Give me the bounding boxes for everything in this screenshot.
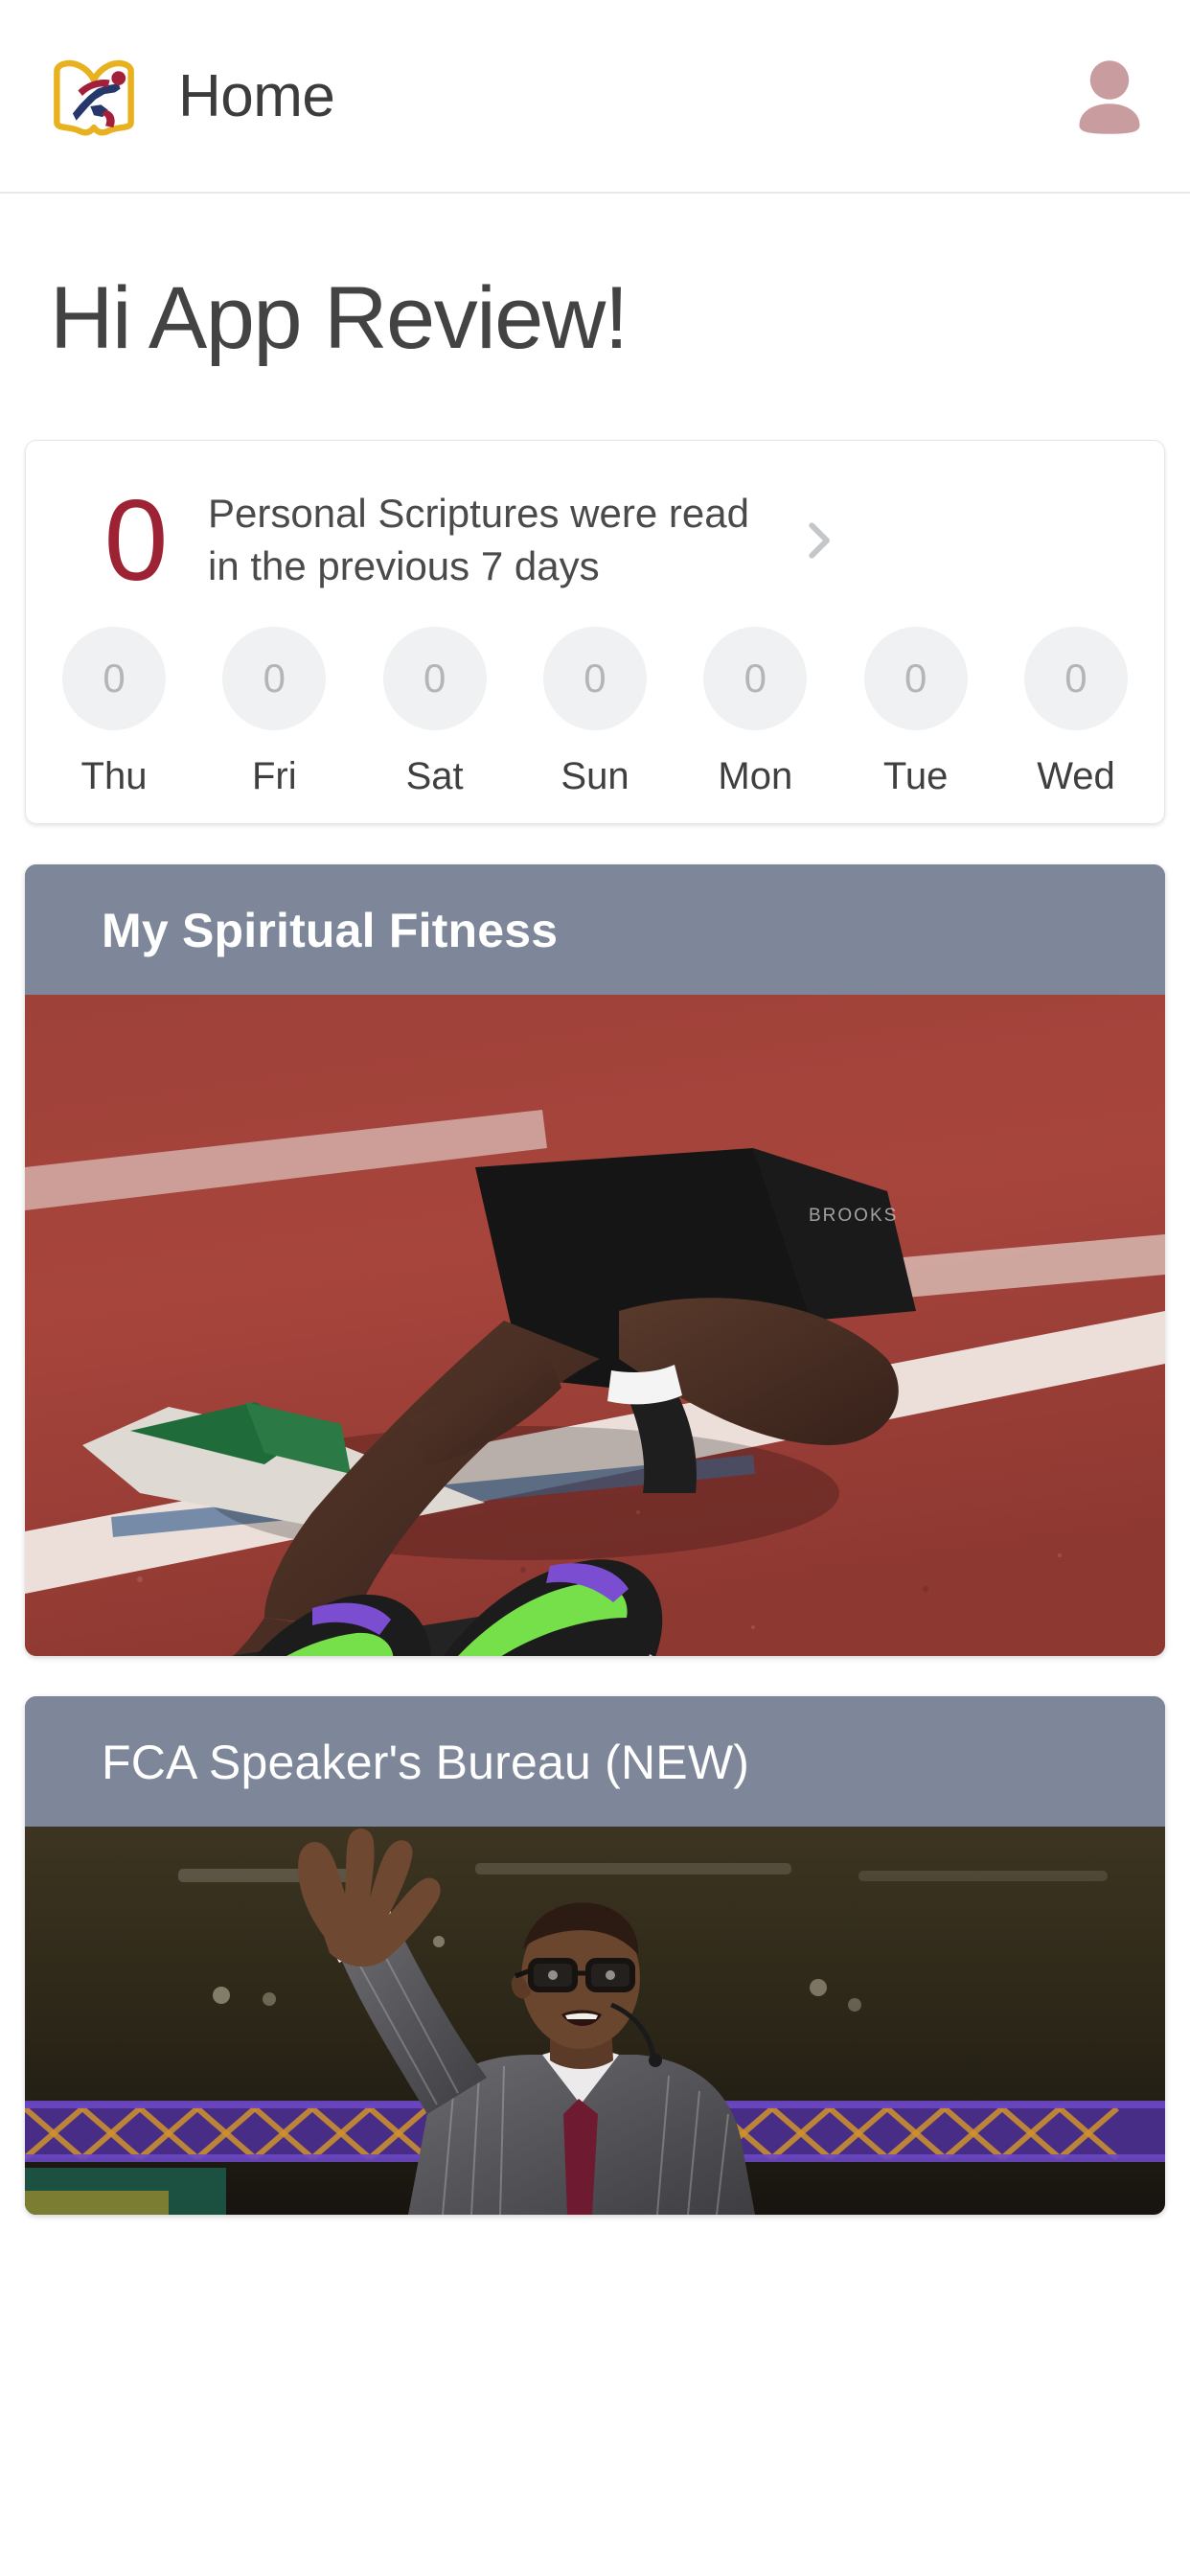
- day-label: Wed: [1037, 755, 1115, 797]
- day-label: Sun: [561, 755, 629, 797]
- day-cell[interactable]: 0 Mon: [692, 627, 818, 798]
- user-avatar-icon[interactable]: [1075, 58, 1144, 134]
- personal-scriptures-card[interactable]: 0 Personal Scriptures were read in the p…: [25, 440, 1165, 824]
- sprinter-track-image[interactable]: BROOKS: [25, 995, 1165, 1656]
- day-value: 0: [1023, 627, 1128, 730]
- scripture-count: 0: [103, 476, 169, 605]
- day-value: 0: [62, 627, 166, 730]
- day-label: Mon: [718, 755, 793, 797]
- day-cell[interactable]: 0 Sun: [532, 627, 658, 798]
- day-label: Tue: [882, 755, 949, 797]
- speaker-stage-image[interactable]: [25, 1827, 1165, 2215]
- day-value: 0: [703, 627, 808, 730]
- weekly-scripture-row: 0 Thu 0 Fri 0 Sat 0 Sun 0 Mon 0 Tue 0 We…: [26, 627, 1164, 798]
- feature-card-speakers-bureau[interactable]: FCA Speaker's Bureau (NEW): [25, 1696, 1165, 2215]
- feature-card-header: FCA Speaker's Bureau (NEW): [25, 1696, 1165, 1827]
- day-label: Sat: [405, 755, 464, 797]
- day-label: Thu: [80, 755, 148, 797]
- day-cell[interactable]: 0 Wed: [1013, 627, 1139, 798]
- day-cell[interactable]: 0 Sat: [372, 627, 498, 798]
- feature-card-spiritual-fitness[interactable]: My Spiritual Fitness BROOKS: [25, 864, 1165, 1656]
- day-value: 0: [542, 627, 647, 730]
- day-label: Fri: [252, 755, 297, 797]
- day-cell[interactable]: 0 Fri: [211, 627, 337, 798]
- feature-card-title: My Spiritual Fitness: [102, 904, 559, 957]
- app-header: Home: [0, 0, 1190, 194]
- page-title: Home: [178, 62, 335, 129]
- feature-card-title: FCA Speaker's Bureau (NEW): [102, 1736, 750, 1789]
- day-cell[interactable]: 0 Tue: [853, 627, 979, 798]
- feature-card-header: My Spiritual Fitness: [25, 864, 1165, 995]
- greeting-heading: Hi App Review!: [50, 269, 629, 367]
- day-value: 0: [863, 627, 968, 730]
- svg-text:BROOKS: BROOKS: [809, 1206, 898, 1226]
- chevron-right-icon[interactable]: [792, 515, 844, 566]
- fca-book-runner-logo-icon[interactable]: [50, 52, 138, 140]
- day-cell[interactable]: 0 Thu: [51, 627, 177, 798]
- day-value: 0: [222, 627, 327, 730]
- scripture-summary-row[interactable]: 0 Personal Scriptures were read in the p…: [26, 441, 1164, 627]
- scripture-description: Personal Scriptures were read in the pre…: [208, 491, 749, 588]
- day-value: 0: [382, 627, 487, 730]
